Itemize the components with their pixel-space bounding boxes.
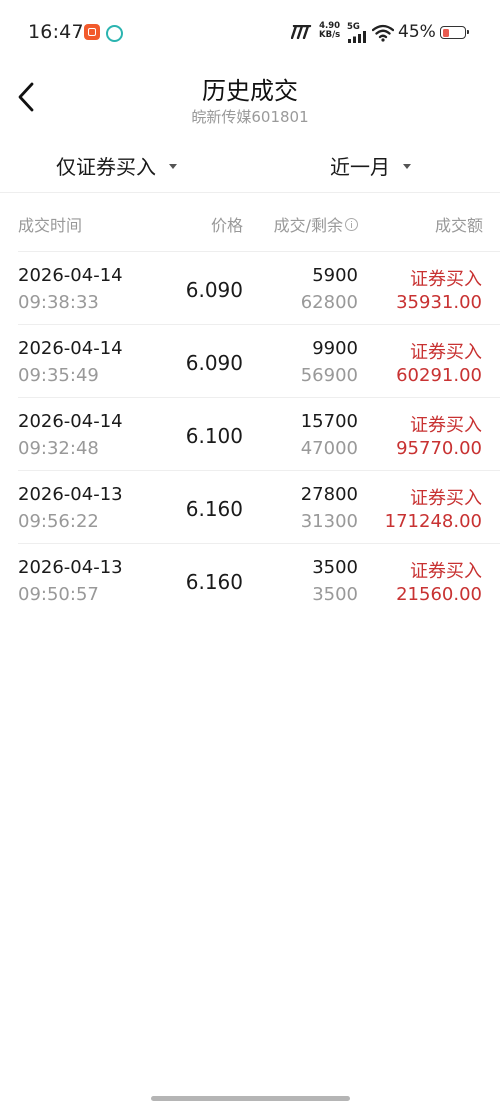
net-speed-unit: KB/s <box>319 30 341 40</box>
battery-percent: 45% <box>398 22 436 42</box>
trade-type: 证券买入 <box>410 269 482 290</box>
trade-volume: 5900 <box>312 265 358 286</box>
trade-date: 2026-04-14 <box>18 338 123 359</box>
trade-remaining: 3500 <box>312 584 358 605</box>
trade-volume: 15700 <box>300 411 358 432</box>
column-header-price: 价格 <box>210 216 243 235</box>
status-time: 16:47 <box>28 21 84 43</box>
trade-time: 09:32:48 <box>18 438 99 459</box>
trade-price: 6.090 <box>185 351 243 375</box>
trade-amount: 35931.00 <box>396 292 482 313</box>
trade-history-screen: 16:47 4.90 KB/s 5G 45% 历史成交 皖新传媒601801 仅… <box>0 0 500 1111</box>
table-row[interactable]: 2026-04-13 09:56:22 6.160 27800 31300 证券… <box>0 471 500 544</box>
info-icon[interactable] <box>345 217 358 231</box>
trade-time: 09:56:22 <box>18 511 99 532</box>
trade-volume: 27800 <box>300 484 358 505</box>
trade-time: 09:38:33 <box>18 292 99 313</box>
caret-down-icon <box>403 164 411 169</box>
table-row[interactable]: 2026-04-13 09:50:57 6.160 3500 3500 证券买入… <box>0 544 500 617</box>
trade-amount: 60291.00 <box>396 365 482 386</box>
table-row[interactable]: 2026-04-14 09:38:33 6.090 5900 62800 证券买… <box>0 252 500 325</box>
trade-price: 6.160 <box>185 497 243 521</box>
trade-amount: 95770.00 <box>396 438 482 459</box>
trade-list: 2026-04-14 09:38:33 6.090 5900 62800 证券买… <box>0 252 500 617</box>
wifi-icon <box>372 24 394 42</box>
trade-price: 6.160 <box>185 570 243 594</box>
trade-date: 2026-04-14 <box>18 411 123 432</box>
type-filter-label: 仅证券买入 <box>56 155 156 179</box>
trade-remaining: 47000 <box>300 438 358 459</box>
period-filter-label: 近一月 <box>330 155 390 179</box>
table-row[interactable]: 2026-04-14 09:35:49 6.090 9900 56900 证券买… <box>0 325 500 398</box>
battery-level <box>442 28 450 37</box>
app-badge-icon <box>84 24 100 40</box>
trade-price: 6.090 <box>185 278 243 302</box>
hd-icon <box>106 25 123 42</box>
trade-type: 证券买入 <box>410 561 482 582</box>
trade-amount: 21560.00 <box>396 584 482 605</box>
trade-remaining: 56900 <box>300 365 358 386</box>
trade-type: 证券买入 <box>410 415 482 436</box>
trade-time: 09:35:49 <box>18 365 99 386</box>
column-header-volume: 成交/剩余 <box>274 212 358 236</box>
trade-price: 6.100 <box>185 424 243 448</box>
home-indicator[interactable] <box>151 1096 350 1101</box>
net-speed: 4.90 KB/s <box>319 22 340 40</box>
caret-down-icon <box>169 164 177 169</box>
table-row[interactable]: 2026-04-14 09:32:48 6.100 15700 47000 证券… <box>0 398 500 471</box>
trade-type: 证券买入 <box>410 488 482 509</box>
status-bar: 16:47 4.90 KB/s 5G 45% <box>0 0 500 66</box>
trade-remaining: 31300 <box>300 511 358 532</box>
stock-subtitle: 皖新传媒601801 <box>191 108 309 126</box>
trade-amount: 171248.00 <box>384 511 482 532</box>
column-header-time: 成交时间 <box>18 216 83 235</box>
trade-date: 2026-04-13 <box>18 557 123 578</box>
column-header-amount: 成交额 <box>434 216 483 235</box>
trade-volume: 3500 <box>312 557 358 578</box>
divider <box>0 192 500 193</box>
battery-icon <box>440 26 469 39</box>
trade-time: 09:50:57 <box>18 584 99 605</box>
network-logo-icon <box>291 25 312 39</box>
signal-icon <box>348 31 366 43</box>
period-filter-dropdown[interactable]: 近一月 <box>330 151 411 180</box>
trade-volume: 9900 <box>312 338 358 359</box>
page-title: 历史成交 <box>202 77 298 105</box>
trade-type: 证券买入 <box>410 342 482 363</box>
trade-date: 2026-04-13 <box>18 484 123 505</box>
trade-remaining: 62800 <box>300 292 358 313</box>
trade-date: 2026-04-14 <box>18 265 123 286</box>
column-header-volume-label: 成交/剩余 <box>273 216 343 235</box>
type-filter-dropdown[interactable]: 仅证券买入 <box>56 151 177 180</box>
